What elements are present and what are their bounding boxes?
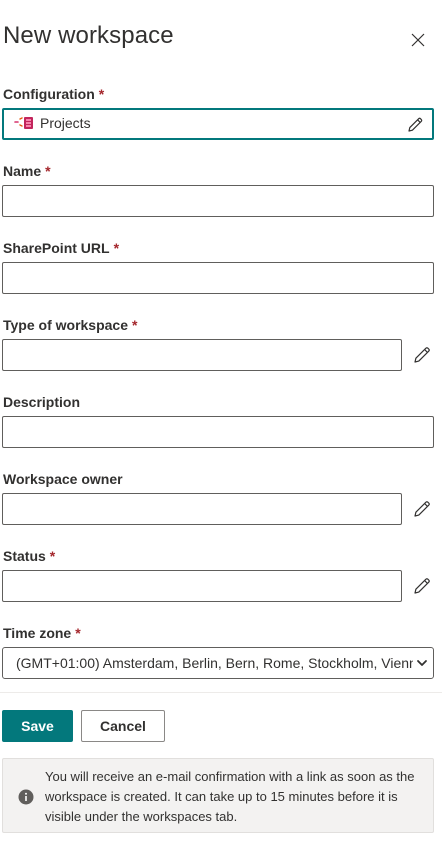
edit-status-icon[interactable] [412, 576, 432, 596]
type-of-workspace-label: Type of workspace * [3, 317, 137, 333]
configuration-field[interactable]: Projects [2, 108, 434, 140]
configuration-label-text: Configuration [3, 86, 95, 102]
configuration-value-text: Projects [40, 115, 91, 131]
required-marker: * [132, 317, 138, 333]
status-label-text: Status [3, 548, 46, 564]
time-zone-label: Time zone * [3, 625, 81, 641]
description-label: Description [3, 394, 80, 410]
close-icon [411, 33, 425, 47]
edit-workspace-owner-icon[interactable] [412, 499, 432, 519]
save-button[interactable]: Save [2, 710, 73, 742]
required-marker: * [75, 625, 81, 641]
workspace-owner-input[interactable] [2, 493, 402, 525]
description-label-text: Description [3, 394, 81, 410]
configuration-value: Projects [14, 115, 91, 131]
status-input[interactable] [2, 570, 402, 602]
required-marker: * [113, 240, 120, 256]
workspace-owner-label-text: Workspace owner [3, 471, 123, 487]
time-zone-selected-value: (GMT+01:00) Amsterdam, Berlin, Bern, Rom… [16, 655, 413, 671]
type-of-workspace-label-text: Type of workspace [3, 317, 129, 333]
cancel-button[interactable]: Cancel [81, 710, 165, 742]
footer-divider [0, 692, 442, 693]
status-label: Status * [3, 548, 55, 564]
required-marker: * [49, 548, 56, 564]
name-input[interactable] [2, 185, 434, 217]
name-label: Name * [3, 163, 51, 179]
panel-title: New workspace [3, 22, 174, 49]
required-marker: * [45, 163, 51, 179]
edit-type-of-workspace-icon[interactable] [412, 345, 432, 365]
workspace-owner-label: Workspace owner [3, 471, 123, 487]
edit-configuration-icon[interactable] [406, 116, 424, 134]
name-label-text: Name [3, 163, 42, 179]
time-zone-label-text: Time zone [3, 625, 72, 641]
time-zone-select[interactable]: (GMT+01:00) Amsterdam, Berlin, Bern, Rom… [2, 647, 434, 679]
info-message-text: You will receive an e-mail confirmation … [45, 769, 415, 824]
new-workspace-panel: New workspace Configuration * Projects N… [0, 0, 442, 848]
sharepoint-url-input[interactable] [2, 262, 434, 294]
info-icon [18, 789, 34, 805]
close-button[interactable] [404, 26, 432, 54]
sharepoint-url-label: SharePoint URL * [3, 240, 119, 256]
projects-config-icon [14, 115, 36, 131]
configuration-label: Configuration * [3, 86, 104, 102]
type-of-workspace-input[interactable] [2, 339, 402, 371]
description-input[interactable] [2, 416, 434, 448]
required-marker: * [98, 86, 105, 102]
chevron-down-icon [417, 660, 427, 666]
info-message-bar: You will receive an e-mail confirmation … [2, 758, 434, 833]
sharepoint-url-label-text: SharePoint URL [3, 240, 110, 256]
